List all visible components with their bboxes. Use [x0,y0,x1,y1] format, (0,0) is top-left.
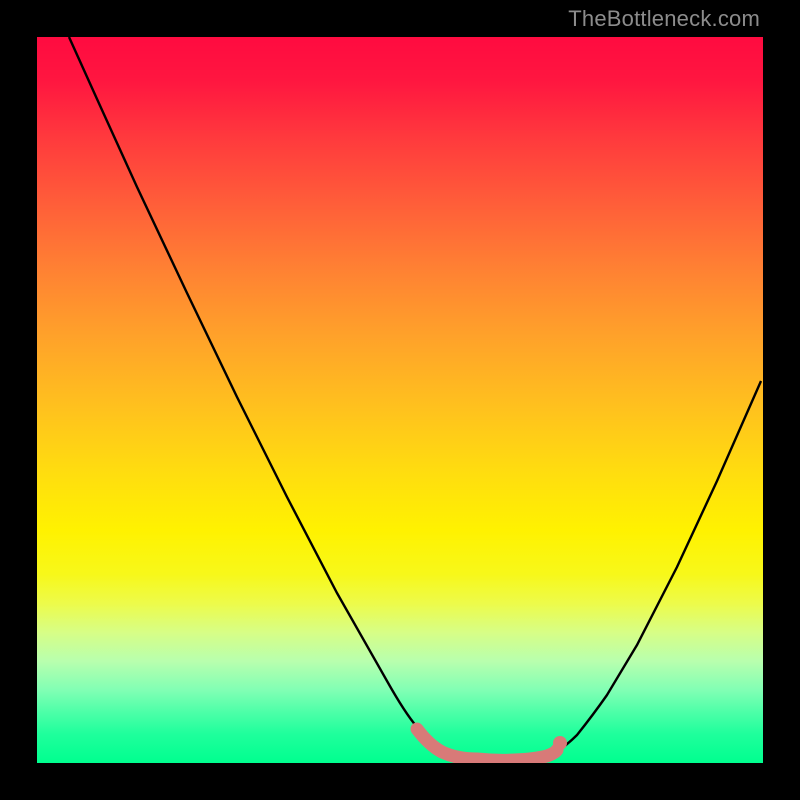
plot-area [37,37,763,763]
chart-frame: TheBottleneck.com [0,0,800,800]
curve-layer [37,37,763,763]
flat-minimum-segment [417,729,557,760]
bottleneck-curve [69,37,761,761]
watermark-text: TheBottleneck.com [568,6,760,32]
flat-segment-end-dot [553,736,567,750]
